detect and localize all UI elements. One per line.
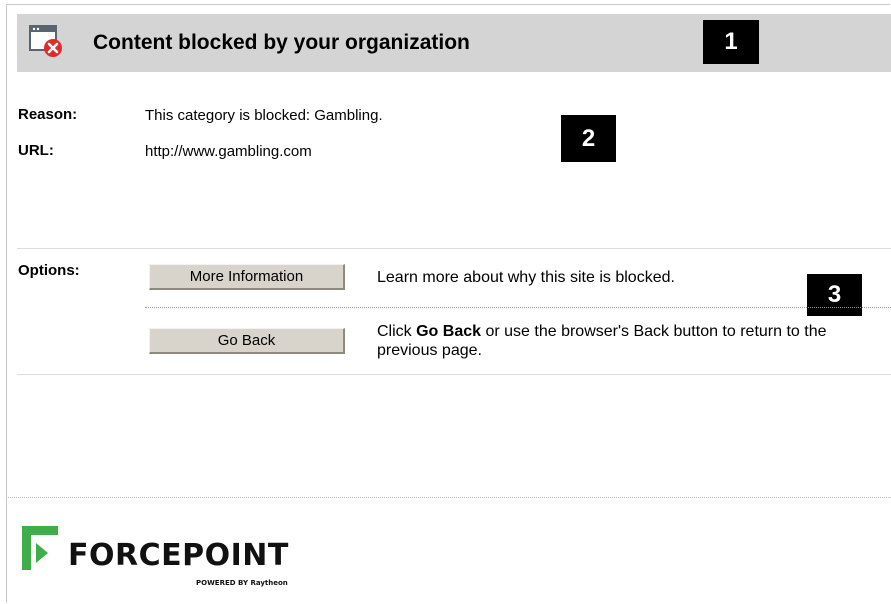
section-divider [17,248,891,249]
logo-wordmark: FORCEPOINT [68,538,289,573]
go-back-description: Click Go Back or use the browser's Back … [377,322,877,360]
go-back-description-bold: Go Back [416,323,482,340]
more-information-description: Learn more about why this site is blocke… [377,269,675,286]
options-label: Options: [18,262,80,279]
options-divider [145,307,891,308]
reason-label: Reason: [18,106,78,123]
blocked-window-icon [29,25,62,57]
annotation-marker-2: 2 [561,115,616,162]
url-label: URL: [18,142,54,159]
page-frame [6,4,890,603]
footer-divider [6,497,891,498]
logo-subtitle: POWERED BY Raytheon [196,579,288,587]
page-title: Content blocked by your organization [93,31,470,54]
go-back-description-prefix: Click [377,323,417,340]
url-value: http://www.gambling.com [145,143,312,160]
annotation-marker-1: 1 [703,20,759,64]
more-information-button[interactable]: More Information [149,264,345,290]
forcepoint-mark-icon [22,526,58,570]
options-bottom-divider [17,374,891,375]
block-header: Content blocked by your organization [17,14,891,72]
go-back-button[interactable]: Go Back [149,328,345,354]
reason-value: This category is blocked: Gambling. [145,107,383,124]
forcepoint-logo: FORCEPOINT POWERED BY Raytheon [22,524,322,594]
annotation-marker-3: 3 [807,274,862,316]
